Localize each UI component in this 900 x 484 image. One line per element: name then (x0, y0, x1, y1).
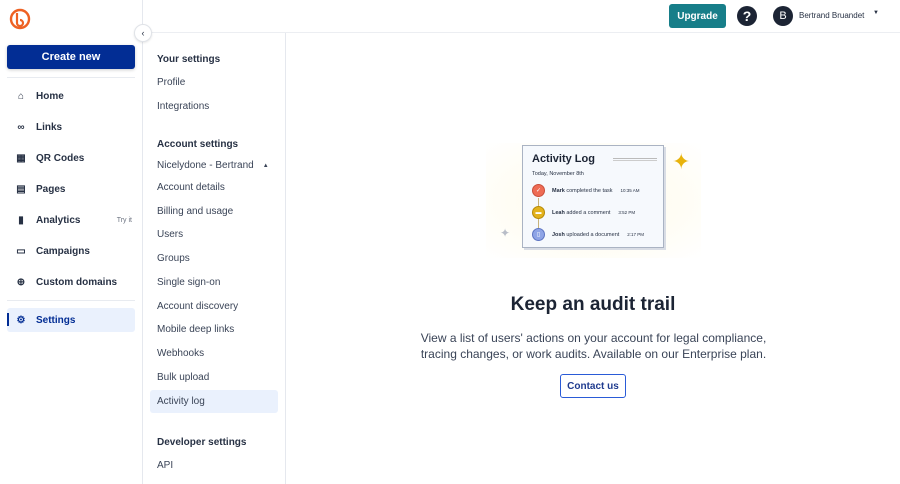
comment-icon: ▬ (532, 206, 545, 219)
nav-links[interactable]: ∞ Links (7, 115, 135, 139)
nav-label: Custom domains (36, 276, 118, 288)
main-content: Activity Log Today, November 8th ✓ Mark c… (286, 33, 900, 484)
account-name: Nicelydone - Bertrand (157, 160, 254, 171)
settings-item-bulk-upload[interactable]: Bulk upload (150, 366, 278, 389)
qr-code-icon: ▦ (16, 152, 26, 164)
caret-down-icon[interactable]: ▼ (873, 10, 879, 16)
nav-analytics[interactable]: ▮ Analytics Try it (7, 208, 135, 232)
divider (7, 77, 135, 78)
nav-label: Home (36, 90, 64, 102)
link-icon: ∞ (17, 121, 25, 133)
globe-icon: ⊕ (16, 276, 26, 288)
caret-up-icon: ▲ (262, 162, 269, 169)
chevron-left-icon: ‹ (141, 28, 145, 38)
upgrade-button[interactable]: Upgrade (669, 4, 726, 28)
campaigns-icon: ▭ (16, 245, 26, 257)
help-icon[interactable]: ? (737, 6, 757, 26)
try-it-badge: Try it (116, 216, 132, 224)
settings-item-mobile-deep-links[interactable]: Mobile deep links (150, 318, 278, 341)
nav-home[interactable]: ⌂ Home (7, 84, 135, 108)
nav-campaigns[interactable]: ▭ Campaigns (7, 239, 135, 263)
settings-item-activity-log[interactable]: Activity log (150, 390, 278, 413)
nav-label: Links (36, 121, 63, 133)
contact-us-button[interactable]: Contact us (560, 374, 626, 398)
account-selector[interactable]: Nicelydone - Bertrand ▲ (150, 154, 278, 177)
log-entry: ▬ Leah added a comment 3:52 PM (532, 206, 635, 219)
home-icon: ⌂ (17, 90, 25, 102)
bitly-logo[interactable] (9, 8, 31, 30)
settings-item-billing[interactable]: Billing and usage (150, 200, 278, 223)
log-entry: ▯ Josh uploaded a document 2:17 PM (532, 228, 644, 241)
settings-item-webhooks[interactable]: Webhooks (150, 342, 278, 365)
pages-icon: ▤ (16, 183, 26, 195)
nav-label: QR Codes (36, 152, 85, 164)
sidebar: Create new ⌂ Home ∞ Links ▦ QR Codes ▤ Pages… (0, 0, 143, 484)
settings-item-sso[interactable]: Single sign-on (150, 271, 278, 294)
page-heading: Keep an audit trail (510, 294, 676, 315)
description: View a list of users' actions on your ac… (420, 331, 767, 361)
section-developer-settings: Developer settings (157, 437, 247, 448)
settings-item-groups[interactable]: Groups (150, 247, 278, 270)
settings-item-api[interactable]: API (150, 454, 278, 477)
document-icon: ▯ (532, 228, 545, 241)
illustration-date: Today, November 8th (532, 171, 584, 177)
nav-pages[interactable]: ▤ Pages (7, 177, 135, 201)
settings-item-account-details[interactable]: Account details (150, 176, 278, 199)
settings-item-users[interactable]: Users (150, 223, 278, 246)
user-name[interactable]: Bertrand Bruandet (799, 11, 864, 20)
illustration-title: Activity Log (532, 153, 595, 165)
nav-label: Analytics (36, 214, 81, 226)
nav-label: Settings (36, 314, 76, 326)
nav-custom-domains[interactable]: ⊕ Custom domains (7, 270, 135, 294)
log-entry: ✓ Mark completed the task 10:35 AM (532, 184, 640, 197)
section-account-settings: Account settings (157, 139, 239, 150)
settings-item-account-discovery[interactable]: Account discovery (150, 295, 278, 318)
settings-nav: Your settings Profile Integrations Accou… (143, 33, 286, 484)
create-new-button[interactable]: Create new (7, 45, 135, 69)
active-indicator (7, 313, 9, 326)
decorative-lines (613, 158, 657, 161)
avatar[interactable]: B (773, 6, 793, 26)
nav-settings[interactable]: ⚙ Settings (7, 308, 135, 332)
activity-log-illustration: Activity Log Today, November 8th ✓ Mark c… (522, 145, 664, 248)
section-your-settings: Your settings (157, 54, 221, 65)
sparkle-icon: ✦ (672, 149, 691, 174)
check-icon: ✓ (532, 184, 545, 197)
gear-icon: ⚙ (16, 314, 26, 326)
nav-label: Campaigns (36, 245, 90, 257)
settings-item-integrations[interactable]: Integrations (150, 95, 278, 118)
settings-item-profile[interactable]: Profile (150, 71, 278, 94)
divider (7, 300, 135, 301)
sparkle-icon: ✦ (500, 226, 511, 240)
collapse-sidebar-button[interactable]: ‹ (134, 24, 152, 42)
nav-qr-codes[interactable]: ▦ QR Codes (7, 146, 135, 170)
nav-label: Pages (36, 183, 66, 195)
analytics-icon: ▮ (18, 214, 24, 226)
